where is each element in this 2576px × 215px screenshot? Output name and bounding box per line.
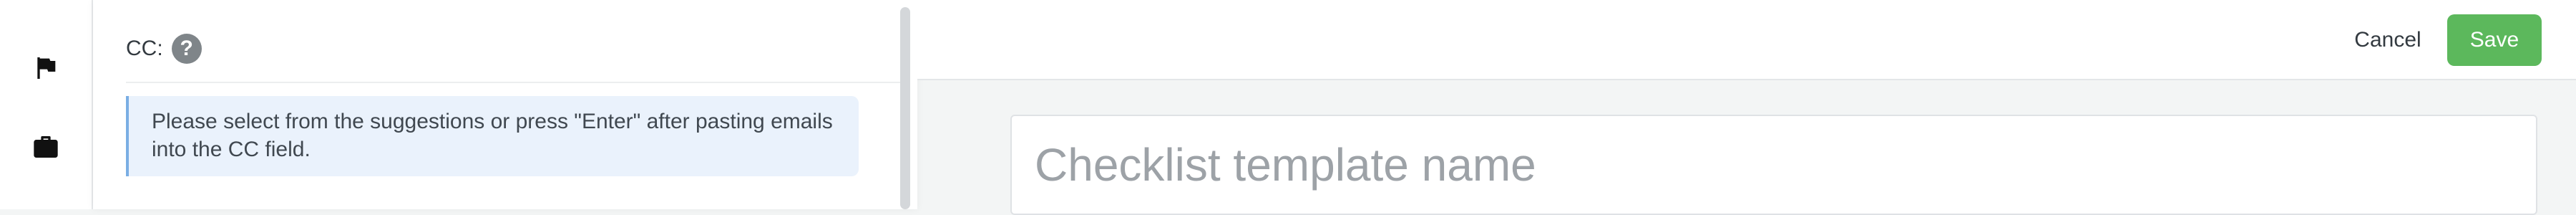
cc-panel: CC: ? Please select from the suggestions… bbox=[93, 0, 917, 209]
panel-scrollbar[interactable] bbox=[900, 7, 910, 209]
briefcase-button[interactable] bbox=[29, 130, 62, 163]
help-icon[interactable]: ? bbox=[171, 34, 202, 64]
cc-info-note: Please select from the suggestions or pr… bbox=[126, 96, 859, 176]
save-button[interactable]: Save bbox=[2447, 14, 2542, 66]
cc-label: CC: bbox=[126, 37, 163, 60]
cc-field-row[interactable]: CC: ? bbox=[126, 16, 906, 83]
cancel-button[interactable]: Cancel bbox=[2327, 16, 2449, 64]
flag-button[interactable] bbox=[29, 52, 62, 85]
checklist-template-name-input[interactable] bbox=[1010, 115, 2537, 215]
briefcase-icon bbox=[34, 136, 58, 158]
flag-icon bbox=[37, 57, 56, 79]
icon-rail bbox=[0, 0, 93, 209]
top-toolbar: Cancel Save bbox=[917, 0, 2576, 80]
